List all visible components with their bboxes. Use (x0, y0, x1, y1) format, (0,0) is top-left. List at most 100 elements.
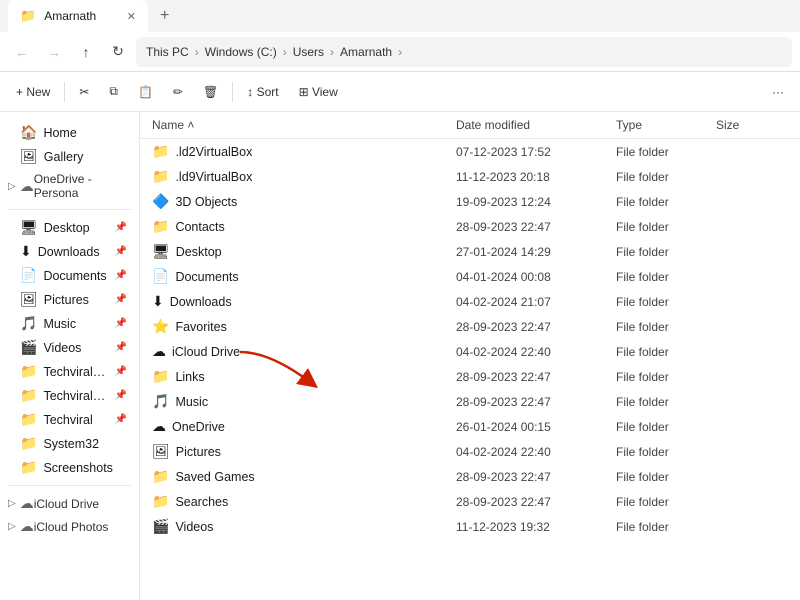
file-size-cell (712, 500, 792, 504)
paste-button[interactable]: 📋 (130, 81, 161, 103)
sidebar-group-icloud-photos[interactable]: ▷ ☁ iCloud Photos (0, 515, 139, 538)
sidebar-label-techviral-doc: Techviral Docum (43, 365, 108, 379)
file-type-cell: File folder (612, 468, 712, 486)
file-icon: 📁 (152, 468, 169, 485)
file-date-cell: 28-09-2023 22:47 (452, 318, 612, 336)
breadcrumb-user[interactable]: Amarnath (340, 45, 392, 59)
file-icon: 📁 (152, 168, 169, 185)
table-row[interactable]: 📁 Searches 28-09-2023 22:47 File folder (140, 489, 800, 514)
copy-button[interactable]: ⧉ (101, 80, 126, 103)
table-row[interactable]: 📁 Links 28-09-2023 22:47 File folder (140, 364, 800, 389)
col-type[interactable]: Type (612, 116, 712, 134)
file-size-cell (712, 350, 792, 354)
sidebar-group-icloud-drive[interactable]: ▷ ☁ iCloud Drive (0, 492, 139, 515)
file-name: Links (175, 370, 204, 384)
more-options-button[interactable]: ··· (764, 81, 792, 103)
file-size-cell (712, 250, 792, 254)
file-size-cell (712, 200, 792, 204)
sidebar-item-documents[interactable]: 📄 Documents 📌 (4, 264, 135, 287)
icloud-photos-icon: ☁ (20, 518, 34, 535)
file-date-cell: 27-01-2024 14:29 (452, 243, 612, 261)
sidebar-label-videos: Videos (43, 341, 108, 355)
sidebar-item-gallery[interactable]: 🖼 Gallery (4, 145, 135, 168)
sidebar-item-desktop[interactable]: 🖥 Desktop 📌 (4, 216, 135, 239)
table-row[interactable]: 📄 Documents 04-01-2024 00:08 File folder (140, 264, 800, 289)
file-size-cell (712, 325, 792, 329)
breadcrumb-thispc[interactable]: This PC (146, 45, 189, 59)
up-button[interactable]: ↑ (72, 38, 100, 66)
expand-icloud-icon: ▷ (8, 498, 16, 509)
table-row[interactable]: 🔷 3D Objects 19-09-2023 12:24 File folde… (140, 189, 800, 214)
sidebar-item-system32[interactable]: 📁 System32 (4, 432, 135, 455)
sidebar-item-techviral-img[interactable]: 📁 Techviral Images 📌 (4, 384, 135, 407)
sidebar-item-music[interactable]: 🎵 Music 📌 (4, 312, 135, 335)
pictures-sidebar-icon: 🖼 (20, 291, 38, 308)
new-button[interactable]: + New (8, 81, 58, 103)
sidebar-item-home[interactable]: 🏠 Home (4, 121, 135, 144)
breadcrumb-drive[interactable]: Windows (C:) (205, 45, 277, 59)
view-button[interactable]: ⊞ View (291, 81, 346, 103)
file-size-cell (712, 450, 792, 454)
table-row[interactable]: 📁 .ld2VirtualBox 07-12-2023 17:52 File f… (140, 139, 800, 164)
file-date-cell: 28-09-2023 22:47 (452, 218, 612, 236)
file-name: .ld9VirtualBox (175, 170, 252, 184)
sidebar-label-documents: Documents (43, 269, 108, 283)
file-name: Saved Games (175, 470, 254, 484)
documents-sidebar-icon: 📄 (20, 267, 37, 284)
table-row[interactable]: 📁 Contacts 28-09-2023 22:47 File folder (140, 214, 800, 239)
col-name[interactable]: Name ˄ (148, 116, 452, 134)
home-icon: 🏠 (20, 124, 37, 141)
sidebar-item-techviral-doc[interactable]: 📁 Techviral Docum 📌 (4, 360, 135, 383)
file-type-cell: File folder (612, 143, 712, 161)
table-row[interactable]: 🖼 Pictures 04-02-2024 22:40 File folder (140, 439, 800, 464)
breadcrumb-users[interactable]: Users (293, 45, 324, 59)
file-icon: 📁 (152, 218, 169, 235)
file-name-cell: 🎵 Music (148, 391, 452, 412)
file-name-cell: 📁 .ld2VirtualBox (148, 141, 452, 162)
sidebar-divider-2 (8, 485, 131, 486)
sort-button[interactable]: ↕ Sort (239, 81, 286, 103)
file-type-cell: File folder (612, 243, 712, 261)
file-type-cell: File folder (612, 293, 712, 311)
active-tab[interactable]: 📁 Amarnath ✕ (8, 0, 148, 32)
address-bar[interactable]: This PC › Windows (C:) › Users › Amarnat… (136, 37, 792, 67)
table-row[interactable]: 🎬 Videos 11-12-2023 19:32 File folder (140, 514, 800, 539)
sidebar-label-gallery: Gallery (44, 150, 127, 164)
file-size-cell (712, 175, 792, 179)
sidebar-group-onedrive[interactable]: ▷ ☁ OneDrive - Persona (0, 169, 139, 203)
sidebar-item-downloads[interactable]: ⬇ Downloads 📌 (4, 240, 135, 263)
file-type-cell: File folder (612, 443, 712, 461)
file-type-cell: File folder (612, 493, 712, 511)
back-button[interactable]: ← (8, 38, 36, 66)
sidebar-label-music: Music (43, 317, 108, 331)
file-name: Documents (175, 270, 238, 284)
file-icon: 🖥 (152, 243, 170, 260)
refresh-button[interactable]: ↻ (104, 38, 132, 66)
sidebar-item-screenshots[interactable]: 📁 Screenshots (4, 456, 135, 479)
cut-button[interactable]: ✂ (71, 81, 97, 103)
forward-button[interactable]: → (40, 38, 68, 66)
table-row[interactable]: 📁 Saved Games 28-09-2023 22:47 File fold… (140, 464, 800, 489)
table-row[interactable]: 🎵 Music 28-09-2023 22:47 File folder (140, 389, 800, 414)
new-tab-button[interactable]: + (148, 7, 181, 25)
tab-close-button[interactable]: ✕ (127, 10, 136, 23)
col-date[interactable]: Date modified (452, 116, 612, 134)
gallery-icon: 🖼 (20, 148, 38, 165)
file-date-cell: 11-12-2023 20:18 (452, 168, 612, 186)
col-size[interactable]: Size (712, 116, 792, 134)
sidebar-item-videos[interactable]: 🎬 Videos 📌 (4, 336, 135, 359)
table-row[interactable]: ☁ iCloud Drive 04-02-2024 22:40 File fol… (140, 339, 800, 364)
table-row[interactable]: ⭐ Favorites 28-09-2023 22:47 File folder (140, 314, 800, 339)
table-row[interactable]: ⬇ Downloads 04-02-2024 21:07 File folder (140, 289, 800, 314)
table-row[interactable]: ☁ OneDrive 26-01-2024 00:15 File folder (140, 414, 800, 439)
rename-button[interactable]: ✏ (165, 81, 191, 103)
delete-button[interactable]: 🗑 (195, 81, 226, 103)
sidebar-label-screenshots: Screenshots (43, 461, 127, 475)
table-row[interactable]: 📁 .ld9VirtualBox 11-12-2023 20:18 File f… (140, 164, 800, 189)
file-name-cell: 🔷 3D Objects (148, 191, 452, 212)
tab-title: Amarnath (44, 9, 96, 23)
sidebar-item-pictures[interactable]: 🖼 Pictures 📌 (4, 288, 135, 311)
table-row[interactable]: 🖥 Desktop 27-01-2024 14:29 File folder (140, 239, 800, 264)
file-list: Name ˄ Date modified Type Size 📁 .ld2Vir… (140, 112, 800, 600)
sidebar-item-techviral[interactable]: 📁 Techviral 📌 (4, 408, 135, 431)
